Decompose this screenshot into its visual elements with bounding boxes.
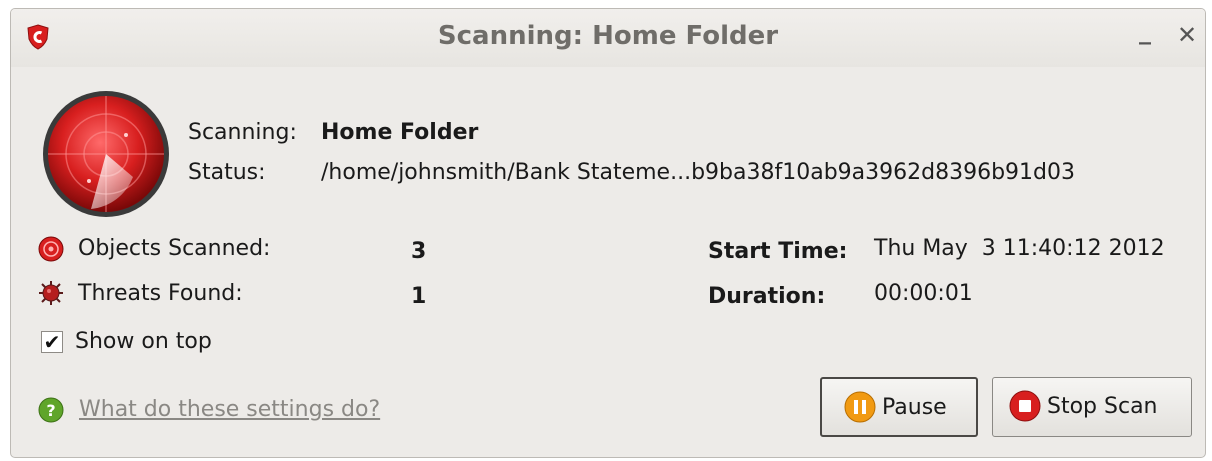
minimize-button[interactable]: _: [1132, 17, 1158, 45]
pause-button[interactable]: Pause: [820, 377, 978, 437]
window-title: Scanning: Home Folder: [437, 21, 779, 51]
title-bar[interactable]: Scanning: Home Folder _ ✕: [11, 9, 1205, 67]
stop-scan-button-label: Stop Scan: [1047, 394, 1158, 419]
start-time-value: Thu May 3 11:40:12 2012: [874, 236, 1165, 261]
close-button[interactable]: ✕: [1174, 21, 1200, 49]
scanning-target: Home Folder: [321, 120, 479, 145]
duration-value: 00:00:01: [874, 281, 973, 306]
threats-found-value: 1: [411, 284, 427, 309]
objects-scanned-value: 3: [411, 239, 427, 264]
duration-label: Duration:: [708, 284, 826, 309]
help-question-icon: ?: [38, 397, 64, 423]
objects-scanned-icon: [38, 236, 64, 262]
threat-virus-icon: [39, 281, 63, 305]
objects-scanned-label: Objects Scanned:: [78, 236, 271, 261]
radar-scan-icon: [43, 91, 169, 217]
status-path: /home/johnsmith/Bank Stateme...b9ba38f10…: [321, 160, 1075, 185]
start-time-label: Start Time:: [708, 239, 848, 264]
threats-found-label: Threats Found:: [78, 281, 243, 306]
scan-window: Scanning: Home Folder _ ✕ Scanning: Home…: [10, 8, 1206, 458]
stop-scan-button[interactable]: Stop Scan: [992, 377, 1192, 437]
help-settings-link[interactable]: What do these settings do?: [79, 397, 380, 422]
checkmark-icon: ✔: [43, 330, 61, 354]
show-on-top-label[interactable]: Show on top: [75, 329, 212, 354]
status-label: Status:: [188, 160, 266, 185]
scanning-label: Scanning:: [188, 120, 297, 145]
show-on-top-checkbox[interactable]: ✔: [41, 331, 63, 353]
stop-icon: [1009, 390, 1041, 422]
pause-icon: [844, 391, 876, 423]
pause-button-label: Pause: [882, 395, 947, 420]
svg-text:?: ?: [46, 401, 55, 420]
